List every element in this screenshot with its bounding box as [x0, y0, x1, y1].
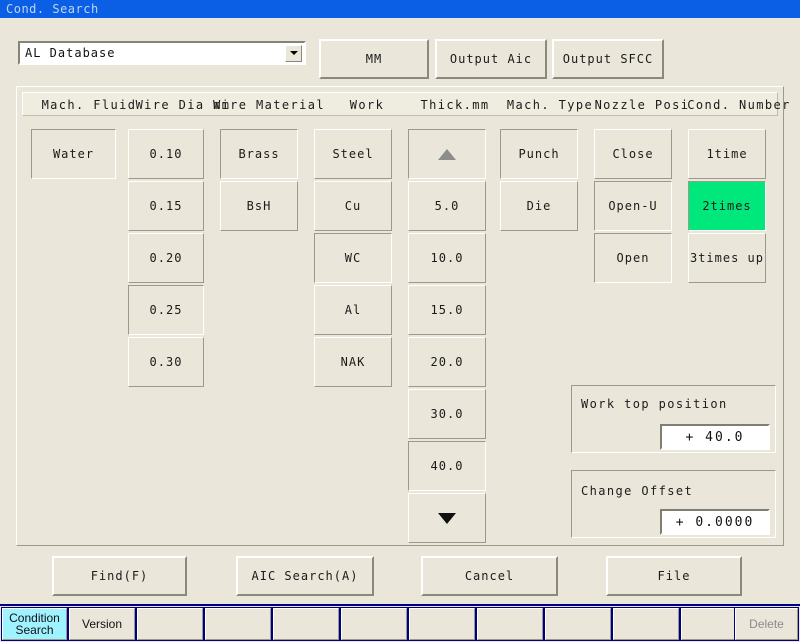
work-al-button[interactable]: Al	[314, 285, 392, 335]
taskbar-item-10[interactable]	[612, 607, 680, 641]
cond-number-1time-button[interactable]: 1time	[688, 129, 766, 179]
output-aic-button[interactable]: Output Aic	[435, 39, 547, 79]
taskbar: Condition Search Version Delete	[0, 604, 800, 642]
database-select-value: AL Database	[25, 46, 116, 60]
triangle-down-icon	[438, 512, 456, 524]
cond-number-2times-button[interactable]: 2times	[688, 181, 766, 231]
wire-dia-015-button[interactable]: 0.15	[128, 181, 204, 231]
find-button[interactable]: Find(F)	[52, 556, 187, 596]
wire-dia-010-button[interactable]: 0.10	[128, 129, 204, 179]
wire-dia-020-button[interactable]: 0.20	[128, 233, 204, 283]
work-cu-button[interactable]: Cu	[314, 181, 392, 231]
output-sfcc-button[interactable]: Output SFCC	[552, 39, 664, 79]
taskbar-item-7[interactable]	[408, 607, 476, 641]
wire-dia-025-button[interactable]: 0.25	[128, 285, 204, 335]
mm-button[interactable]: MM	[319, 39, 429, 79]
work-top-position-value[interactable]: + 40.0	[660, 424, 770, 450]
taskbar-item-version[interactable]: Version	[68, 607, 136, 641]
work-top-position-label: Work top position	[581, 397, 728, 411]
taskbar-item-6[interactable]	[340, 607, 408, 641]
thick-scroll-down-button[interactable]	[408, 493, 486, 543]
thick-15-button[interactable]: 15.0	[408, 285, 486, 335]
taskbar-item-condition-search[interactable]: Condition Search	[1, 607, 68, 641]
mach-type-die-button[interactable]: Die	[500, 181, 578, 231]
work-steel-button[interactable]: Steel	[314, 129, 392, 179]
wire-material-brass-button[interactable]: Brass	[220, 129, 298, 179]
aic-search-button[interactable]: AIC Search(A)	[236, 556, 374, 596]
taskbar-item-4[interactable]	[204, 607, 272, 641]
thick-40-button[interactable]: 40.0	[408, 441, 486, 491]
taskbar-item-8[interactable]	[476, 607, 544, 641]
wire-material-bsh-button[interactable]: BsH	[220, 181, 298, 231]
change-offset-label: Change Offset	[581, 484, 694, 498]
thick-10-button[interactable]: 10.0	[408, 233, 486, 283]
taskbar-item-5[interactable]	[272, 607, 340, 641]
chevron-down-icon[interactable]	[285, 44, 302, 62]
thick-30-button[interactable]: 30.0	[408, 389, 486, 439]
cond-number-3times-up-button[interactable]: 3times up	[688, 233, 766, 283]
thick-5-button[interactable]: 5.0	[408, 181, 486, 231]
triangle-up-icon	[438, 148, 456, 160]
taskbar-item-3[interactable]	[136, 607, 204, 641]
wire-dia-030-button[interactable]: 0.30	[128, 337, 204, 387]
cancel-button[interactable]: Cancel	[421, 556, 558, 596]
file-button[interactable]: File	[606, 556, 742, 596]
mach-type-punch-button[interactable]: Punch	[500, 129, 578, 179]
column-header-cond-number: Cond. Number	[687, 98, 791, 112]
taskbar-item-delete[interactable]: Delete	[734, 607, 799, 641]
mach-fluid-water-button[interactable]: Water	[31, 129, 116, 179]
window-title: Cond. Search	[6, 2, 99, 16]
database-select[interactable]: AL Database	[18, 41, 306, 65]
change-offset-value[interactable]: + 0.0000	[660, 509, 770, 535]
window-titlebar: Cond. Search	[0, 0, 800, 18]
work-nak-button[interactable]: NAK	[314, 337, 392, 387]
work-wc-button[interactable]: WC	[314, 233, 392, 283]
cond-search-window: Cond. Search AL Database MM Output Aic O…	[0, 0, 800, 642]
nozzle-posi-open-button[interactable]: Open	[594, 233, 672, 283]
taskbar-item-9[interactable]	[544, 607, 612, 641]
column-header-bar: Mach. Fluid Wire Dia mm Wire Material Wo…	[22, 92, 789, 116]
nozzle-posi-close-button[interactable]: Close	[594, 129, 672, 179]
thick-scroll-up-button[interactable]	[408, 129, 486, 179]
nozzle-posi-open-u-button[interactable]: Open-U	[594, 181, 672, 231]
thick-20-button[interactable]: 20.0	[408, 337, 486, 387]
